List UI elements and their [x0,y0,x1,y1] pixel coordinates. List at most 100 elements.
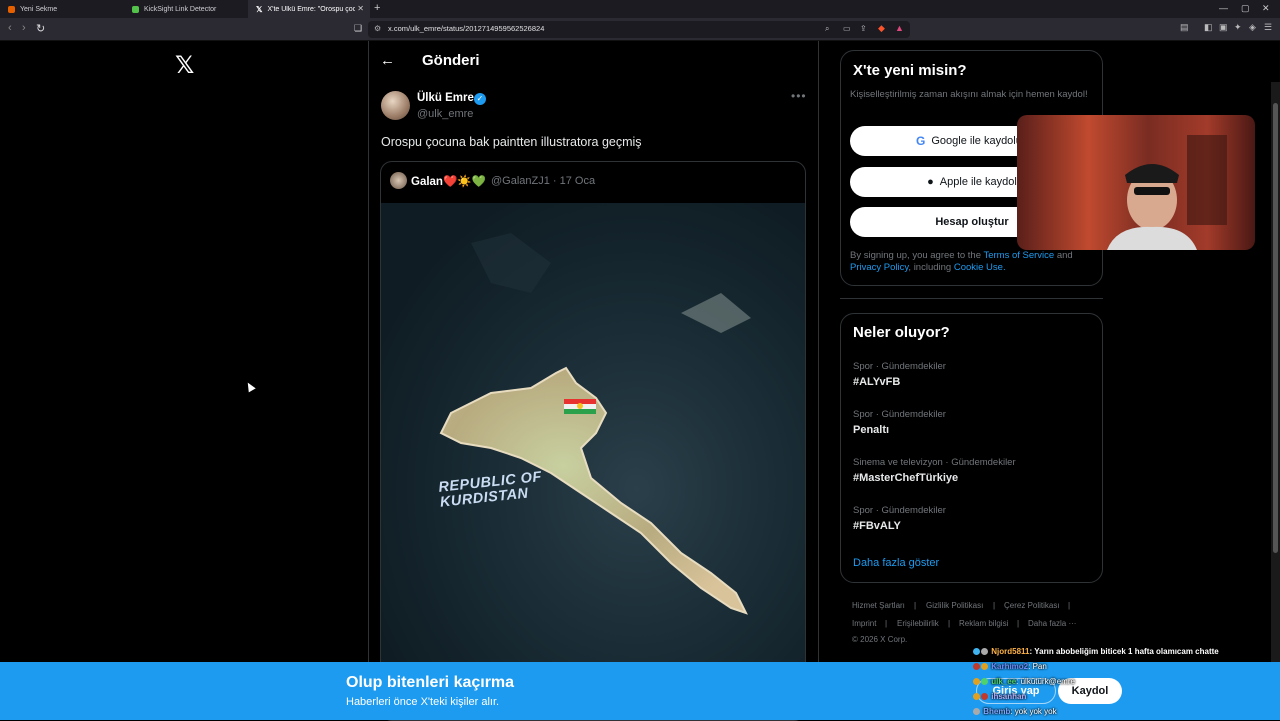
maximize-icon[interactable]: ▢ [1241,3,1250,14]
tab-list-icon[interactable]: ▣ [1219,22,1228,33]
chat-username[interactable]: ihsanhan [991,692,1026,701]
trend-category: Spor · Gündemdekiler [853,505,946,516]
chat-username[interactable]: ulk_ee [991,677,1016,686]
scrollbar-thumb[interactable] [1273,103,1278,553]
forward-icon[interactable]: › [22,22,26,34]
chat-text: : ülkütürk@emre [1016,677,1075,686]
legal-prefix: By signing up, you agree to the [850,250,984,261]
chat-text: : Pan [1028,662,1047,671]
chat-username[interactable]: Karhimo2 [991,662,1028,671]
post-text: Orospu çocuna bak paintten illustratora … [381,135,642,149]
brave-shield-icon[interactable]: ◆ [878,23,885,34]
back-icon[interactable]: ‹ [8,22,12,34]
split-view-icon[interactable]: ◧ [1204,22,1213,33]
rewards-icon[interactable]: ▲ [895,23,904,33]
footer-link[interactable]: Hizmet Şartları [852,601,905,610]
quoted-author-handle-date[interactable]: @GalanZJ1 · 17 Oca [491,175,595,187]
footer-link[interactable]: Daha fazla ··· [1028,619,1076,628]
address-bar[interactable]: ⚙ x.com/ulk_emre/status/2012714959562526… [368,21,910,38]
flag-green-stripe [564,409,596,414]
tab-x-post[interactable]: 𝕏 X'te Ülkü Emre: "Orospu çocuna ✕ [248,0,370,18]
chat-message: ulk_ee: ülkütürk@emre [973,677,1075,686]
close-tab-icon[interactable]: ✕ [357,4,364,13]
map-image [439,233,751,615]
x-logo-icon[interactable]: 𝕏 [175,51,194,79]
new-tab-button[interactable]: + [374,2,380,14]
chat-message: Bhemb: yok yok yok [973,707,1057,716]
x-icon: 𝕏 [256,4,263,14]
footer-link[interactable]: Erişilebilirlik [897,619,939,628]
browser-tab-bar: Yeni Sekme KickSight Link Detector 𝕏 X't… [0,0,1280,18]
firefox-icon [8,5,15,13]
chat-username[interactable]: Bhemb [983,707,1010,716]
wallet-icon[interactable]: ◈ [1249,22,1256,33]
author-name[interactable]: Ülkü Emre [417,92,474,104]
author-handle[interactable]: @ulk_emre [417,108,473,120]
bookmark-icon[interactable]: ❏ [354,23,362,34]
extensions-icon[interactable]: ✦ [1234,22,1242,33]
show-more-link[interactable]: Daha fazla göster [853,557,939,569]
terms-link[interactable]: Terms of Service [983,250,1054,261]
quoted-post-video[interactable]: REPUBLIC OF KURDISTAN [381,203,805,720]
create-account-label: Hesap oluştur [935,216,1009,228]
footer-link[interactable]: Reklam bilgisi [959,619,1008,628]
chat-message: ihsanhan [973,692,1026,701]
chat-message: Njord5811: Yarın abobeliğim biticek 1 ha… [973,647,1219,656]
footer-link[interactable]: Gizlilik Politikası [926,601,983,610]
chat-badge-icon [973,678,980,686]
menu-icon[interactable]: ☰ [1264,22,1272,33]
author-avatar[interactable] [381,91,410,120]
legal-and: and [1054,250,1073,261]
bottom-signup-banner: Olup bitenleri kaçırma Haberleri önce X'… [0,662,1280,720]
trend-name[interactable]: #ALYvFB [853,376,900,388]
cast-icon[interactable]: ▭ [843,24,851,33]
chat-badge-icon [981,693,988,701]
tab-kicksight[interactable]: KickSight Link Detector [124,0,248,18]
share-icon[interactable]: ⇪ [860,24,867,33]
kicksight-icon [132,5,139,13]
minimize-icon[interactable]: — [1219,3,1228,13]
banner-title: Olup bitenleri kaçırma [346,674,515,691]
copyright: © 2026 X Corp. [852,635,908,644]
reload-icon[interactable]: ↻ [36,22,45,35]
trend-name[interactable]: #FBvALY [853,520,901,532]
footer-separator: | [948,619,951,628]
signup-subtitle: Kişiselleştirilmiş zaman akışını almak i… [850,89,1088,100]
back-arrow-icon[interactable]: ← [380,52,395,69]
quoted-author-name[interactable]: Galan❤️☀️💚 [411,174,486,188]
url-text[interactable]: x.com/ulk_emre/status/201271495956252682… [388,24,544,33]
privacy-link[interactable]: Privacy Policy [850,262,908,273]
footer-link[interactable]: Çerez Politikası [1004,601,1060,610]
sidebar-icon[interactable]: ▤ [1180,22,1189,33]
zoom-icon[interactable]: ⌕ [825,24,829,34]
chat-badge-icon [973,693,980,701]
flag-sun [577,403,583,409]
footer-link[interactable]: Imprint [852,619,876,628]
apple-icon: ● [927,176,934,188]
chat-message: Karhimo2: Pan [973,662,1047,671]
trends-card: Neler oluyor? Spor · Gündemdekiler #ALYv… [840,313,1103,583]
tab-new-tab[interactable]: Yeni Sekme [0,0,122,18]
chat-text: : yok yok yok [1010,707,1057,716]
signup-legal-text: By signing up, you agree to the Terms of… [850,250,1096,274]
chat-badge-icon [981,663,988,671]
trend-category: Spor · Gündemdekiler [853,361,946,372]
google-icon: G [916,134,926,148]
close-window-icon[interactable]: ✕ [1262,3,1270,14]
tab-label: X'te Ülkü Emre: "Orospu çocuna [267,5,356,13]
trend-name[interactable]: #MasterChefTürkiye [853,472,958,484]
quoted-author-avatar[interactable] [390,172,407,189]
trend-category: Sinema ve televizyon · Gündemdekiler [853,457,1016,468]
tab-label: Yeni Sekme [20,5,58,13]
signup-title: X'te yeni misin? [853,62,967,79]
cookie-link[interactable]: Cookie Use. [954,262,1006,273]
site-info-icon[interactable]: ⚙ [374,24,381,33]
browser-nav-bar: ‹ › ↻ ❏ ⚙ x.com/ulk_emre/status/20127149… [0,18,1280,41]
chat-badge-icon [973,663,980,671]
more-options-icon[interactable]: ••• [791,89,807,103]
trend-name[interactable]: Penaltı [853,424,889,436]
chat-badge-icon [973,648,980,656]
chat-username[interactable]: Njord5811 [991,647,1029,656]
chat-badge-icon [981,648,988,656]
quoted-post[interactable]: Galan❤️☀️💚 @GalanZJ1 · 17 Oca REPUBLIC O… [380,161,806,721]
